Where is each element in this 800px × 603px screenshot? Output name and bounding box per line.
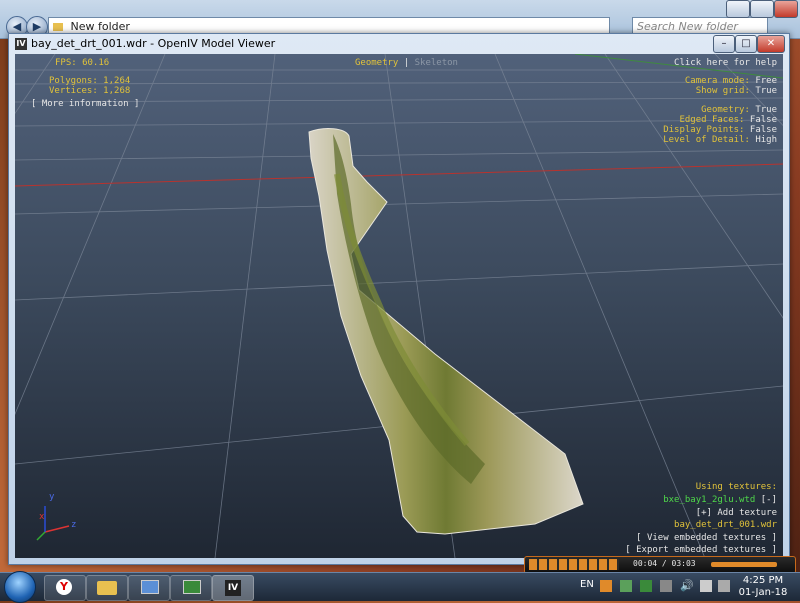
tray-app-icon[interactable] (600, 580, 612, 592)
lod-value: High (755, 135, 777, 145)
more-information-link[interactable]: [ More information ] (31, 99, 139, 109)
show-grid-row[interactable]: Show grid: True (696, 86, 777, 96)
window-title: bay_det_drt_001.wdr - OpenIV Model Viewe… (31, 37, 276, 50)
media-time: 00:04 / 03:03 (633, 559, 696, 568)
tray-gpu-icon[interactable] (640, 580, 652, 592)
tray-network-icon[interactable] (620, 580, 632, 592)
camera-mode-label: Camera mode: (684, 76, 750, 86)
texture-row: bxe_bay1_2glu.wtd [-] (663, 495, 777, 505)
explorer-close-button[interactable] (774, 0, 798, 18)
forward-arrow-icon: ▶ (32, 20, 42, 33)
minimize-button[interactable]: – (713, 35, 735, 53)
taskbar-media-app[interactable] (170, 575, 212, 601)
tab-separator: | (403, 58, 410, 68)
volume-icon[interactable]: 🔊 (680, 580, 694, 592)
axis-x-label: x (39, 512, 45, 522)
openiv-icon: IV (225, 580, 241, 596)
view-embedded-textures-button[interactable]: [ View embedded textures ] (636, 533, 777, 543)
language-indicator[interactable]: EN (580, 579, 594, 590)
3d-viewport[interactable]: FPS: 60.16 Geometry | Skeleton Click her… (15, 54, 783, 558)
computer-icon (141, 580, 159, 594)
tab-skeleton[interactable]: Skeleton (415, 58, 458, 68)
fps-counter: FPS: 60.16 (55, 58, 110, 68)
tray-app-icon-3[interactable] (718, 580, 730, 592)
tab-geometry[interactable]: Geometry (355, 58, 398, 68)
taskbar: Y IV 🔊 (0, 571, 800, 603)
tray-app-icon-2[interactable] (660, 580, 672, 592)
axis-y-label: y (49, 492, 55, 502)
edged-faces-row[interactable]: Edged Faces: False (679, 115, 777, 125)
edged-faces-label: Edged Faces: (679, 115, 745, 125)
taskbar-system-app[interactable] (128, 575, 170, 601)
geometry-row[interactable]: Geometry: True (701, 105, 777, 115)
red-axis-line (15, 163, 783, 187)
taskbar-openiv[interactable]: IV (212, 575, 254, 601)
remove-texture-button[interactable]: [-] (761, 495, 777, 505)
using-textures-label: Using textures: (695, 482, 777, 492)
tray-icons: 🔊 (600, 580, 730, 594)
start-button[interactable] (4, 571, 36, 603)
explorer-minimize-button[interactable] (726, 0, 750, 18)
back-arrow-icon: ◀ (12, 20, 22, 33)
clock-date: 01-Jan-18 (738, 587, 788, 598)
polygon-count: Polygons: 1,264 (49, 76, 131, 86)
close-icon: ✕ (766, 38, 776, 49)
add-texture-button[interactable]: [+] Add texture (696, 508, 777, 518)
display-points-label: Display Points: (663, 125, 745, 135)
axis-z-label: z (71, 520, 77, 530)
system-clock[interactable]: 4:25 PM 01-Jan-18 (734, 575, 792, 599)
lod-label: Level of Detail: (663, 135, 750, 145)
maximize-button[interactable]: □ (735, 35, 757, 53)
model-viewer-window: IV bay_det_drt_001.wdr - OpenIV Model Vi… (8, 33, 790, 565)
yandex-icon: Y (56, 579, 72, 595)
export-embedded-textures-button[interactable]: [ Export embedded textures ] (625, 545, 777, 555)
clock-time: 4:25 PM (742, 575, 784, 586)
model-file-label: bay_det_drt_001.wdr (674, 520, 777, 530)
camera-mode-value: Free (755, 76, 777, 86)
help-link[interactable]: Click here for help (674, 58, 777, 68)
taskbar-yandex-browser[interactable]: Y (44, 575, 86, 601)
view-tabs: Geometry | Skeleton (355, 58, 458, 68)
taskbar-file-explorer[interactable] (86, 575, 128, 601)
explorer-maximize-button[interactable] (750, 0, 774, 18)
flag-icon[interactable] (700, 580, 712, 592)
folder-icon (97, 581, 117, 595)
close-button[interactable]: ✕ (757, 35, 785, 53)
show-grid-label: Show grid: (695, 86, 750, 96)
media-seek-slider[interactable] (711, 562, 777, 567)
display-points-value: False (749, 125, 777, 135)
media-controls-icon[interactable] (529, 559, 619, 570)
vertex-count: Vertices: 1,268 (49, 86, 131, 96)
geometry-value: True (755, 105, 777, 115)
texture-file-link[interactable]: bxe_bay1_2glu.wtd (663, 495, 755, 505)
edged-faces-value: False (749, 115, 777, 125)
maximize-icon: □ (741, 38, 751, 49)
camera-mode-row[interactable]: Camera mode: Free (685, 76, 777, 86)
address-text: New folder (70, 20, 130, 33)
geometry-label: Geometry: (701, 105, 750, 115)
title-bar[interactable]: IV bay_det_drt_001.wdr - OpenIV Model Vi… (9, 34, 789, 54)
terrain-model (308, 128, 584, 535)
openiv-app-icon: IV (15, 38, 27, 50)
search-placeholder: Search New folder (637, 20, 738, 33)
show-grid-value: True (755, 86, 777, 96)
folder-icon (53, 23, 63, 31)
monitor-icon (183, 580, 201, 594)
display-points-row[interactable]: Display Points: False (663, 125, 777, 135)
level-of-detail-row[interactable]: Level of Detail: High (663, 135, 777, 145)
minimize-icon: – (721, 38, 727, 49)
